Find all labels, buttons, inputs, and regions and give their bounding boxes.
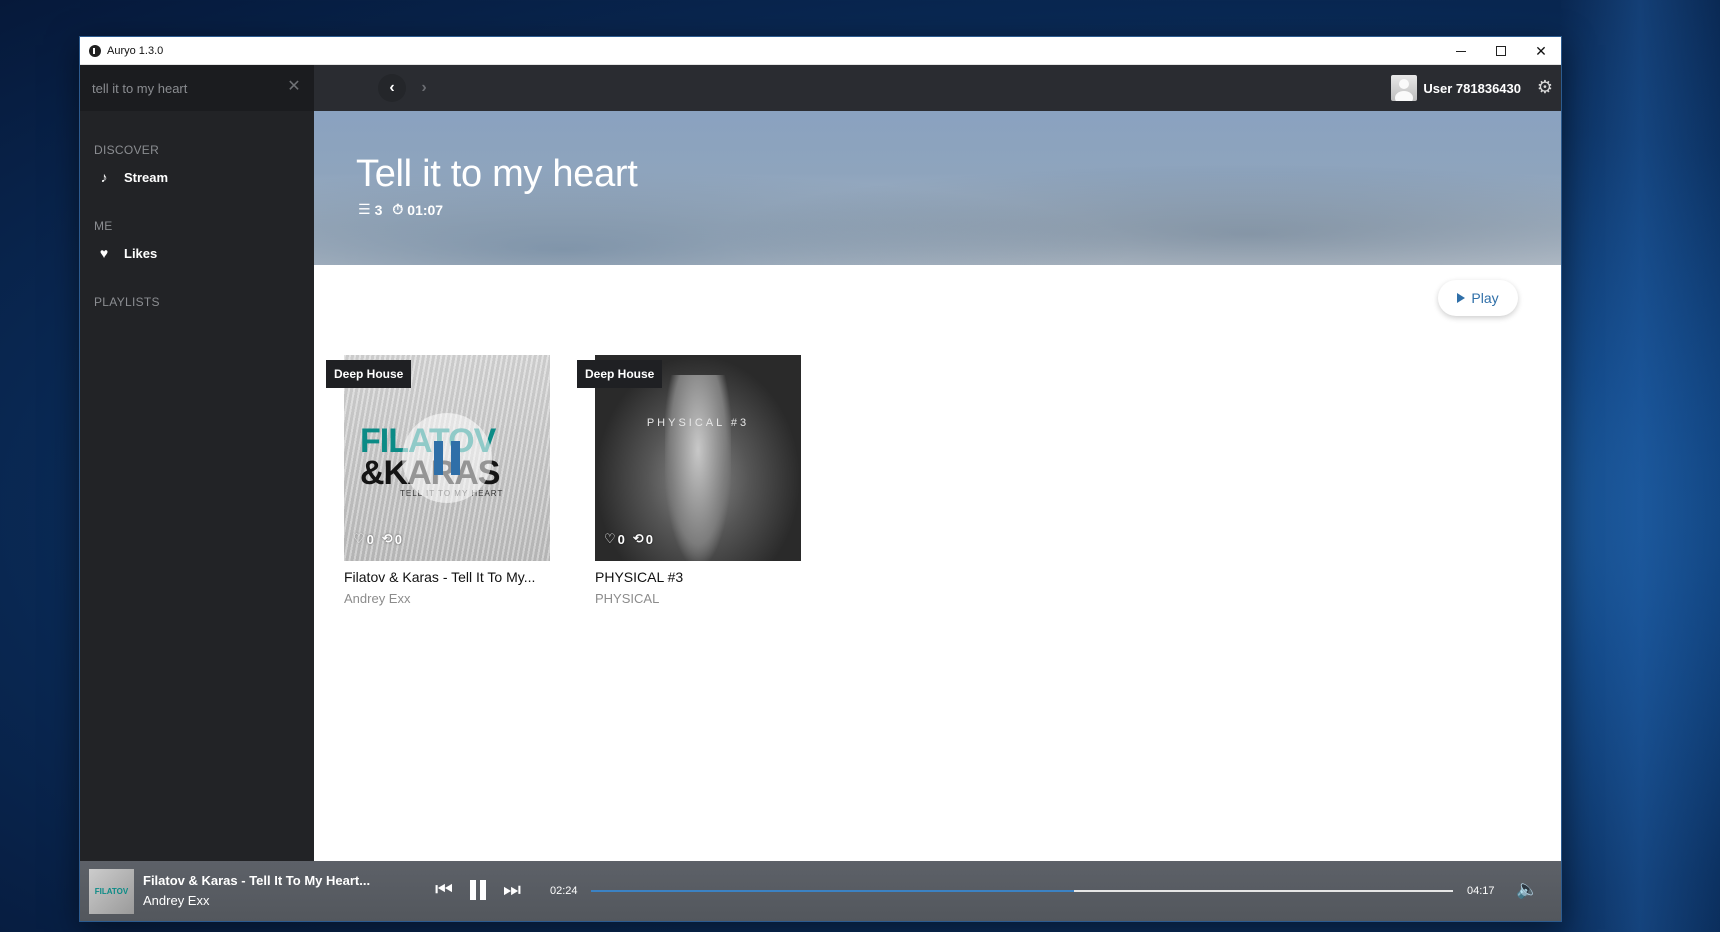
reposts-count: ⟲ 0	[381, 531, 403, 547]
track-card[interactable]: PHYSICAL #3 ♡ 0 ⟲ 0 PHYSICAL #3 PHYSICAL	[595, 355, 801, 606]
playlist-header: Tell it to my heart ☰ 3 ⏱ 01:07	[314, 111, 1561, 265]
chevron-left-icon: ‹	[389, 79, 395, 96]
forward-button[interactable]: ›	[410, 74, 438, 102]
window-controls: ✕	[1441, 37, 1561, 65]
sidebar-heading-me: ME	[94, 219, 113, 233]
artwork-figure	[665, 375, 731, 561]
top-bar: ‹ › User 781836430 ⚙	[314, 65, 1561, 111]
pause-icon[interactable]	[468, 880, 488, 900]
genre-tag[interactable]: Deep House	[577, 360, 663, 388]
sidebar-heading-discover: DISCOVER	[94, 143, 160, 157]
list-icon: ☰	[358, 201, 371, 217]
sidebar-item-label: Stream	[124, 169, 169, 185]
close-icon: ✕	[1535, 42, 1547, 59]
current-time: 02:24	[550, 885, 578, 897]
heart-icon: ♥	[99, 245, 109, 261]
back-button[interactable]: ‹	[378, 74, 406, 102]
user-menu[interactable]: User 781836430	[1391, 75, 1521, 101]
username: User 781836430	[1423, 80, 1521, 96]
track-count: ☰ 3	[358, 201, 383, 218]
genre-tag[interactable]: Deep House	[326, 360, 412, 388]
playlist-duration: ⏱ 01:07	[392, 201, 444, 218]
sidebar: ✕ DISCOVER ♪ Stream ME ♥ Likes PLAYLISTS	[80, 65, 314, 861]
pause-button[interactable]	[402, 413, 492, 503]
page-title: Tell it to my heart	[356, 153, 638, 195]
desktop-background	[1560, 0, 1720, 932]
track-stats: ♡ 0 ⟲ 0	[604, 531, 653, 547]
minimize-icon	[1456, 50, 1466, 52]
play-button[interactable]: Play	[1438, 280, 1518, 316]
history-navigation: ‹ ›	[378, 74, 438, 102]
likes-count: ♡ 0	[353, 531, 374, 547]
pause-icon	[434, 441, 443, 475]
playback-controls: ⏮ ⏭	[434, 879, 522, 901]
repost-icon: ⟲	[381, 531, 393, 546]
reposts-count: ⟲ 0	[632, 531, 654, 547]
sidebar-item-likes[interactable]: ♥ Likes	[94, 241, 314, 265]
progress-bar[interactable]	[591, 890, 1453, 892]
player-bar: FILATOV Filatov & Karas - Tell It To My …	[80, 861, 1561, 921]
player-track-title[interactable]: Filatov & Karas - Tell It To My Heart...	[143, 873, 370, 888]
volume-icon[interactable]: 🔈	[1516, 879, 1538, 900]
player-artwork[interactable]: FILATOV	[89, 869, 134, 914]
music-note-icon: ♪	[100, 169, 108, 185]
maximize-icon	[1496, 46, 1506, 56]
progress-fill	[591, 890, 1074, 892]
sidebar-heading-playlists[interactable]: PLAYLISTS	[94, 295, 314, 309]
timer-icon: ⏱	[392, 201, 404, 217]
avatar	[1391, 75, 1418, 101]
window-title: Auryo 1.3.0	[107, 44, 164, 57]
artwork-text: PHYSICAL #3	[646, 417, 750, 429]
player-track-artist[interactable]: Andrey Exx	[143, 893, 209, 908]
playlist-meta: ☰ 3 ⏱ 01:07	[358, 201, 443, 218]
track-title[interactable]: PHYSICAL #3	[595, 569, 801, 585]
heart-outline-icon: ♡	[604, 531, 616, 546]
next-track-icon[interactable]: ⏭	[502, 879, 522, 901]
sidebar-section-discover: DISCOVER ♪ Stream	[80, 143, 314, 189]
play-icon	[1457, 293, 1466, 303]
chevron-right-icon: ›	[421, 79, 427, 96]
search-input[interactable]	[92, 80, 282, 96]
search-clear-icon[interactable]: ✕	[286, 79, 302, 95]
track-card[interactable]: FILATOV &KARAS TELL IT TO MY HEART ♡0 ⟲0…	[344, 355, 550, 606]
minimize-button[interactable]	[1441, 37, 1481, 65]
track-title[interactable]: Filatov & Karas - Tell It To My...	[344, 569, 550, 585]
app-logo-icon	[89, 44, 101, 57]
gear-icon[interactable]: ⚙	[1537, 78, 1553, 96]
sidebar-section-playlists: PLAYLISTS	[80, 295, 314, 309]
app-window: Auryo 1.3.0 ✕ ✕ DISCOVER ♪ Stream ME ♥ L…	[80, 37, 1561, 921]
previous-track-icon[interactable]: ⏮	[434, 879, 454, 901]
total-time: 04:17	[1467, 885, 1495, 897]
title-bar: Auryo 1.3.0 ✕	[80, 37, 1561, 65]
sidebar-item-stream[interactable]: ♪ Stream	[94, 165, 314, 189]
close-window-button[interactable]: ✕	[1521, 37, 1561, 65]
sidebar-section-me: ME ♥ Likes	[80, 219, 314, 265]
maximize-button[interactable]	[1481, 37, 1521, 65]
track-artist[interactable]: Andrey Exx	[344, 591, 550, 606]
track-artist[interactable]: PHYSICAL	[595, 591, 801, 606]
heart-outline-icon: ♡	[353, 531, 365, 546]
likes-count: ♡ 0	[604, 531, 625, 547]
play-button-label: Play	[1471, 290, 1499, 306]
sidebar-item-label: Likes	[124, 245, 158, 261]
repost-icon: ⟲	[632, 531, 644, 546]
track-stats: ♡ 0 ⟲ 0	[353, 531, 402, 547]
search-box: ✕	[80, 65, 314, 111]
